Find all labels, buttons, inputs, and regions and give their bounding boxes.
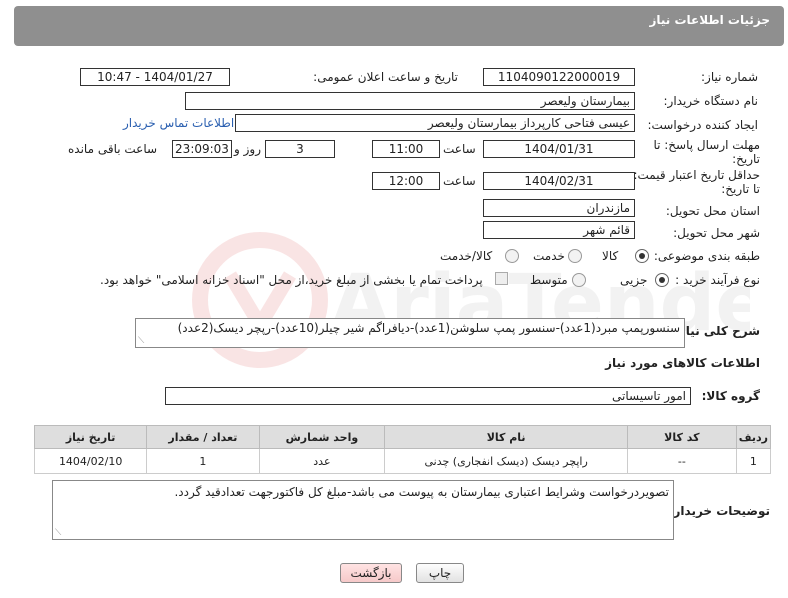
buyer-org-field[interactable]: بیمارستان ولیعصر xyxy=(185,92,635,110)
description-text: سنسورپمپ مبرد(1عدد)-سنسور پمپ سلوشن(1عدد… xyxy=(177,321,680,335)
goods-group-field[interactable]: امور تاسیساتی xyxy=(165,387,691,405)
validity-time-field[interactable]: 12:00 xyxy=(372,172,440,190)
resize-grip-icon[interactable]: ⟋ xyxy=(138,336,144,346)
category-radio-both[interactable] xyxy=(505,249,519,263)
buyer-notes-label: توضیحات خریدار: xyxy=(668,504,770,518)
goods-section-title: اطلاعات کالاهای مورد نیاز xyxy=(605,356,760,370)
category-label: طبقه بندی موضوعی: xyxy=(653,249,760,263)
category-radio-goods[interactable] xyxy=(635,249,649,263)
days-label: روز و xyxy=(234,142,261,156)
buyer-contact-link[interactable]: اطلاعات تماس خریدار xyxy=(123,116,234,130)
province-label: استان محل تحویل: xyxy=(665,204,760,218)
process-medium-label: متوسط xyxy=(530,273,568,287)
category-goods-label: کالا xyxy=(602,249,619,263)
cell-unit: عدد xyxy=(258,448,386,474)
description-textarea[interactable]: سنسورپمپ مبرد(1عدد)-سنسور پمپ سلوشن(1عدد… xyxy=(135,318,685,348)
table-row[interactable]: 1 -- راپچر دیسک (دیسک انفجاری) چدنی عدد … xyxy=(33,448,772,474)
treasury-payment-note: پرداخت تمام یا بخشی از مبلغ خرید،از محل … xyxy=(100,273,483,287)
col-date: تاریخ نیاز xyxy=(33,425,148,449)
col-code: کد کالا xyxy=(626,425,737,449)
col-qty: تعداد / مقدار xyxy=(146,425,260,449)
description-label: شرح کلی نیاز: xyxy=(674,324,760,338)
category-both-label: کالا/خدمت xyxy=(440,249,493,263)
process-label: نوع فرآیند خرید : xyxy=(675,273,760,287)
goods-group-label: گروه کالا: xyxy=(701,389,760,403)
min-validity-label: حداقل تاریخ اعتبار قیمت: xyxy=(633,168,760,182)
category-service-label: خدمت xyxy=(533,249,565,263)
need-number-field[interactable]: 1104090122000019 xyxy=(483,68,635,86)
col-unit: واحد شمارش xyxy=(258,425,386,449)
goods-table-header: ردیف کد کالا نام کالا واحد شمارش تعداد /… xyxy=(33,425,772,449)
city-field[interactable]: قائم شهر xyxy=(483,221,635,239)
need-number-label: شماره نیاز: xyxy=(701,70,758,84)
remaining-label: ساعت باقی مانده xyxy=(68,142,158,156)
col-name: نام کالا xyxy=(384,425,628,449)
buyer-notes-text: تصویردرخواست وشرایط اعتباری بیمارستان به… xyxy=(174,485,669,499)
creator-field[interactable]: عیسی فتاحی کارپرداز بیمارستان ولیعصر xyxy=(235,114,635,132)
page-title: جزئیات اطلاعات نیاز xyxy=(649,13,770,27)
category-radio-service[interactable] xyxy=(568,249,582,263)
cell-date: 1404/02/10 xyxy=(33,448,148,474)
col-row: ردیف xyxy=(735,425,772,449)
days-field[interactable]: 3 xyxy=(265,140,335,158)
announce-label: تاریخ و ساعت اعلان عمومی: xyxy=(313,70,458,84)
buyer-notes-textarea[interactable]: تصویردرخواست وشرایط اعتباری بیمارستان به… xyxy=(52,480,674,540)
province-field[interactable]: مازندران xyxy=(483,199,635,217)
process-radio-medium[interactable] xyxy=(572,273,586,287)
cell-code: -- xyxy=(626,448,737,474)
validity-date-field[interactable]: 1404/02/31 xyxy=(483,172,635,190)
process-minor-label: جزیی xyxy=(620,273,648,287)
deadline-time-field[interactable]: 11:00 xyxy=(372,140,440,158)
cell-row: 1 xyxy=(735,448,772,474)
deadline-label: مهلت ارسال پاسخ: تا xyxy=(653,138,760,152)
remaining-time-field[interactable]: 23:09:03 xyxy=(172,140,232,158)
announce-field[interactable]: 1404/01/27 - 10:47 xyxy=(80,68,230,86)
resize-grip-icon[interactable]: ⟋ xyxy=(55,528,61,538)
cell-qty: 1 xyxy=(146,448,260,474)
back-button[interactable]: بازگشت xyxy=(340,563,402,583)
deadline-label-date: تاریخ: xyxy=(732,152,760,166)
deadline-time-label: ساعت xyxy=(443,142,476,156)
cell-name: راپچر دیسک (دیسک انفجاری) چدنی xyxy=(384,448,628,474)
min-validity-label-date: تا تاریخ: xyxy=(721,182,760,196)
process-radio-minor[interactable] xyxy=(655,273,669,287)
validity-time-label: ساعت xyxy=(443,174,476,188)
creator-label: ایجاد کننده درخواست: xyxy=(647,118,758,132)
city-label: شهر محل تحویل: xyxy=(673,226,760,240)
print-button[interactable]: چاپ xyxy=(416,563,464,583)
deadline-date-field[interactable]: 1404/01/31 xyxy=(483,140,635,158)
treasury-payment-checkbox[interactable] xyxy=(495,272,508,285)
goods-table: ردیف کد کالا نام کالا واحد شمارش تعداد /… xyxy=(33,425,772,474)
buyer-org-label: نام دستگاه خریدار: xyxy=(663,94,759,108)
